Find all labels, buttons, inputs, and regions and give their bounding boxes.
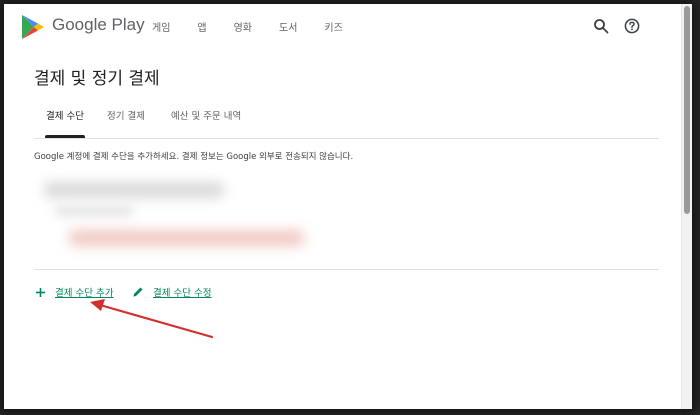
nav-item-games[interactable]: 게임: [152, 19, 170, 34]
edit-payment-method-button[interactable]: 결제 수단 수정: [132, 285, 211, 299]
section-divider: [34, 269, 659, 270]
tab-payment-methods[interactable]: 결제 수단: [46, 108, 84, 122]
tab-budget-order-history[interactable]: 예산 및 주문 내역: [171, 108, 241, 122]
help-icon[interactable]: [624, 18, 640, 34]
plus-icon: [36, 287, 45, 297]
scrollbar[interactable]: [681, 4, 692, 409]
brand-name[interactable]: Google Play: [52, 15, 145, 35]
google-play-logo-icon[interactable]: [20, 14, 44, 40]
top-app-bar: Google Play 게임 앱 영화 도서 키즈: [4, 4, 682, 48]
tab-bar: 결제 수단 정기 결제 예산 및 주문 내역: [34, 104, 659, 139]
nav-item-kids[interactable]: 키즈: [324, 19, 342, 34]
search-icon[interactable]: [593, 18, 609, 34]
page-title: 결제 및 정기 결제: [34, 69, 160, 89]
nav-item-movies[interactable]: 영화: [234, 19, 252, 34]
tab-subscriptions[interactable]: 정기 결제: [107, 108, 145, 122]
edit-payment-method-label[interactable]: 결제 수단 수정: [153, 285, 211, 299]
add-payment-method-label[interactable]: 결제 수단 추가: [55, 285, 113, 299]
active-tab-indicator: [45, 135, 85, 138]
top-nav: 게임 앱 영화 도서 키즈: [152, 19, 370, 34]
nav-item-apps[interactable]: 앱: [197, 19, 206, 34]
payment-info-text: Google 계정에 결제 수단을 추가하세요. 결제 정보는 Google 외…: [34, 152, 354, 162]
add-payment-method-button[interactable]: 결제 수단 추가: [35, 285, 113, 299]
scrollbar-thumb[interactable]: [684, 6, 690, 214]
redacted-payment-method: [34, 174, 334, 259]
nav-item-books[interactable]: 도서: [279, 19, 297, 34]
screenshot-frame: Google Play 게임 앱 영화 도서 키즈 결제 및 정기 결제 결제 …: [0, 0, 700, 415]
browser-page: Google Play 게임 앱 영화 도서 키즈 결제 및 정기 결제 결제 …: [4, 4, 692, 409]
pencil-icon: [133, 287, 143, 297]
